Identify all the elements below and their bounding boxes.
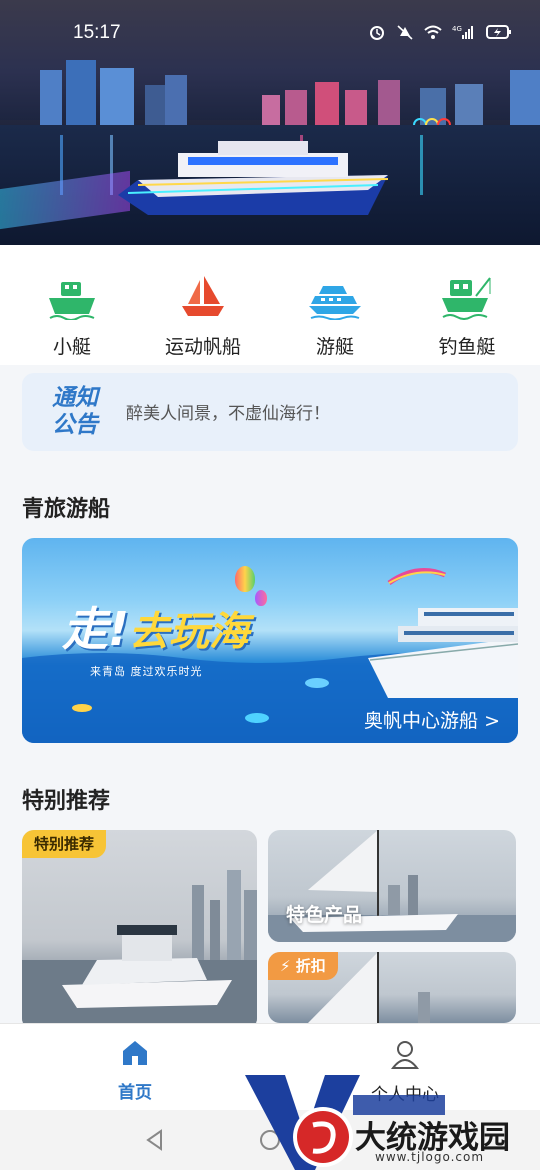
- banner-subtitle: 来青岛 度过欢乐时光: [90, 665, 203, 678]
- cruise-banner[interactable]: 走!去玩海 来青岛 度过欢乐时光 奥帆中心游船 >: [22, 538, 518, 743]
- user-icon: [390, 1041, 420, 1069]
- special-product-label: 特色产品: [286, 904, 363, 926]
- alarm-icon: [370, 26, 384, 40]
- sailboat-icon: [182, 276, 224, 316]
- category-label: 游艇: [315, 336, 354, 358]
- nav-home-label: 首页: [118, 1083, 152, 1103]
- status-time: 15:17: [73, 22, 121, 43]
- recommend-card-special-product[interactable]: 特色产品: [268, 830, 516, 942]
- boat-icon: [49, 282, 95, 320]
- category-sailboat[interactable]: 运动帆船: [153, 270, 253, 359]
- signal-icon: 4G: [452, 25, 473, 39]
- battery-icon: [486, 25, 511, 39]
- category-label: 钓鱼艇: [438, 336, 496, 358]
- notice-badge: 通知 公告: [52, 385, 98, 438]
- category-yacht[interactable]: 游艇: [285, 270, 385, 359]
- notice-text: 醉美人间景，不虚仙海行！: [126, 404, 330, 424]
- category-small-boat[interactable]: 小艇: [22, 270, 122, 359]
- home-icon: [123, 1041, 147, 1065]
- category-fishing-boat[interactable]: 钓鱼艇: [417, 270, 517, 359]
- tag-discount: ⚡ 折扣: [268, 952, 338, 980]
- hot-air-balloon: [235, 566, 255, 592]
- section-title-recommend: 特别推荐: [22, 789, 111, 814]
- category-label: 小艇: [52, 336, 91, 358]
- section-title-cruise: 青旅游船: [22, 497, 111, 522]
- back-icon[interactable]: [143, 1128, 167, 1152]
- banner-headline: 走!去玩海: [62, 602, 249, 656]
- hero-banner-image[interactable]: 15:17 4G: [0, 0, 540, 245]
- yacht-photo: [22, 870, 257, 1030]
- paraglider: [387, 568, 446, 586]
- city-skyline: [40, 60, 540, 130]
- svg-text:4G: 4G: [452, 25, 462, 33]
- wifi-icon: [424, 25, 442, 39]
- nav-home[interactable]: 首页: [75, 1038, 195, 1103]
- banner-link[interactable]: 奥帆中心游船 >: [364, 706, 500, 733]
- cruise-boat-image: [118, 141, 388, 215]
- notice-bar[interactable]: 通知 公告 醉美人间景，不虚仙海行！: [22, 373, 518, 451]
- hot-air-balloon-small: [255, 590, 267, 606]
- category-panel: 小艇 运动帆船 游艇 钓鱼艇: [0, 245, 540, 365]
- watermark-url: www.tjlogo.com: [375, 1150, 485, 1164]
- recommend-card-featured[interactable]: 特别推荐: [22, 830, 257, 1030]
- mute-icon: [397, 25, 413, 40]
- tag-featured: 特别推荐: [22, 830, 107, 858]
- status-bar: 15:17 4G: [0, 0, 540, 66]
- recommend-card-discount[interactable]: ⚡ 折扣: [268, 952, 516, 1023]
- yacht-icon: [309, 286, 361, 320]
- category-label: 运动帆船: [164, 336, 241, 358]
- cruise-ship-image: [368, 608, 518, 698]
- fishing-boat-icon: [442, 277, 491, 320]
